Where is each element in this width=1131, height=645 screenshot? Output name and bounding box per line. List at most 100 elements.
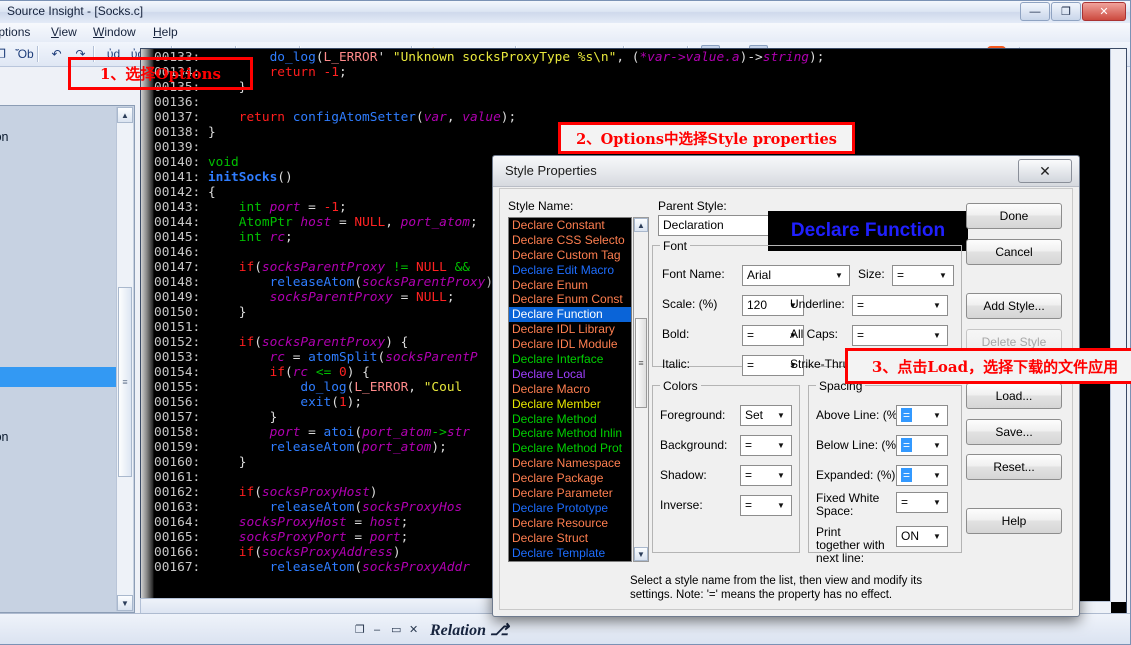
symbol-list-item[interactable]: nect_common [0,427,118,447]
symbol-list-item[interactable]: andlerAuth [0,527,118,547]
style-list-scrollbar[interactable]: ▲ ≡ ▼ [633,217,649,562]
chevron-down-icon[interactable]: ▼ [773,436,789,455]
undo-icon[interactable]: ↶ [47,45,66,63]
panel-close-button[interactable]: ✕ [409,623,418,636]
chevron-down-icon[interactable]: ▼ [831,266,847,285]
style-list-scroll-thumb[interactable]: ≡ [635,318,647,408]
style-properties-dialog[interactable]: Style Properties ✕ Style Name: Declare C… [492,155,1080,617]
style-list-item[interactable]: Declare Struct [509,531,631,546]
style-list-item[interactable]: Declare Constant [509,218,631,233]
paste-icon[interactable]: Ὄb [15,45,34,63]
symbol-list-item[interactable]: eSetter [0,107,118,127]
symbol-list-item[interactable]: ndler [0,487,118,507]
style-list-item[interactable]: Declare Namespace [509,456,631,471]
close-button[interactable]: ✕ [1082,2,1126,21]
chevron-down-icon[interactable]: ▼ [929,466,945,485]
inverse-combo[interactable]: =▼ [740,495,792,516]
shadow-combo[interactable]: =▼ [740,465,792,486]
dialog-close-button[interactable]: ✕ [1018,159,1072,183]
symbol-window[interactable]: eSetternect_commondlerHandlerndlerndlera… [0,105,135,613]
symbol-scroll-up-icon[interactable]: ▲ [117,107,133,123]
chevron-down-icon[interactable]: ▼ [773,496,789,515]
underline-combo[interactable]: =▼ [852,295,948,316]
reset-button[interactable]: Reset... [966,454,1062,480]
symbol-list-item[interactable]: andler2 [0,287,118,307]
style-list-item[interactable]: Declare Custom Tag [509,248,631,263]
restore-button[interactable]: ❐ [1051,2,1081,21]
style-list-item[interactable]: Declare Function [509,307,631,322]
chevron-down-icon[interactable]: ▼ [929,406,945,425]
load-button[interactable]: Load... [966,383,1062,409]
style-list-item[interactable]: Declare CSS Selecto [509,233,631,248]
below-line-combo[interactable]: =▼ [896,435,948,456]
symbol-list-item[interactable]: nect_common [0,127,118,147]
symbol-list-item[interactable]: nect [0,407,118,427]
style-list-item[interactable]: Declare IDL Module [509,337,631,352]
style-list-item[interactable]: Declare IDL Library [509,322,631,337]
code-line[interactable]: 00133: do_log(L_ERROR' "Unknown socksPro… [154,50,1126,65]
style-list-item[interactable]: Declare Template Pa [509,560,631,562]
all-caps-combo[interactable]: =▼ [852,325,948,346]
chevron-down-icon[interactable]: ▼ [929,436,945,455]
symbol-list-item[interactable] [0,307,118,327]
symbol-list-item[interactable]: Handler [0,467,118,487]
style-list-scroll-down-icon[interactable]: ▼ [634,547,648,561]
expanded-combo[interactable]: =▼ [896,465,948,486]
symbol-list-item[interactable]: eSetter [0,347,118,367]
symbol-list-item[interactable]: andler [0,227,118,247]
symbol-list-item[interactable]: ndler [0,507,118,527]
symbol-list-item[interactable] [0,367,118,387]
menu-view[interactable]: View [51,25,77,39]
style-list-item[interactable]: Declare Method Inlin [509,426,631,441]
symbol-list-item[interactable]: andler [0,267,118,287]
minimize-button[interactable]: — [1020,2,1050,21]
style-list-item[interactable]: Declare Enum Const [509,292,631,307]
symbol-list-item[interactable]: dler [0,147,118,167]
print-together-combo[interactable]: ON▼ [896,526,948,547]
symbol-list-item[interactable]: Handler [0,167,118,187]
chevron-down-icon[interactable]: ▼ [929,326,945,345]
panel-maximize-button[interactable]: ▭ [391,623,401,636]
symbol-list[interactable]: eSetternect_commondlerHandlerndlerndlera… [0,107,118,605]
done-button[interactable]: Done [966,203,1062,229]
chevron-down-icon[interactable]: ▼ [935,266,951,285]
symbol-list-item[interactable]: ndler [0,187,118,207]
menu-options[interactable]: Options [0,25,30,39]
symbol-scroll-thumb[interactable]: ≡ [118,287,132,477]
panel-minimize-button[interactable]: – [374,624,380,636]
background-combo[interactable]: =▼ [740,435,792,456]
style-list-item[interactable]: Declare Prototype [509,501,631,516]
code-line[interactable]: 00134: return -1; [154,65,1126,80]
style-list-item[interactable]: Declare Member [509,397,631,412]
style-list-item[interactable]: Declare Parameter [509,486,631,501]
symbol-list-item[interactable]: andlerAuth [0,247,118,267]
add-style-button[interactable]: Add Style... [966,293,1062,319]
style-list-item[interactable]: Declare Template [509,546,631,561]
chevron-down-icon[interactable]: ▼ [929,493,945,512]
style-list-item[interactable]: Declare Macro [509,382,631,397]
style-list-item[interactable]: Declare Method [509,412,631,427]
style-list-item[interactable]: Declare Enum [509,278,631,293]
save-button[interactable]: Save... [966,419,1062,445]
menu-help[interactable]: Help [153,25,178,39]
foreground-combo[interactable]: Set▼ [740,405,792,426]
style-list-item[interactable]: Declare Package [509,471,631,486]
style-list-item[interactable]: Declare Local [509,367,631,382]
fixed-white-space-combo[interactable]: =▼ [896,492,948,513]
help-button[interactable]: Help [966,508,1062,534]
size-combo[interactable]: =▼ [892,265,954,286]
symbol-scroll-down-icon[interactable]: ▼ [117,595,133,611]
style-list-item[interactable]: Declare Interface [509,352,631,367]
symbol-list-item[interactable]: andler [0,547,118,567]
chevron-down-icon[interactable]: ▼ [929,296,945,315]
chevron-down-icon[interactable]: ▼ [929,527,945,546]
cancel-button[interactable]: Cancel [966,239,1062,265]
style-list-item[interactable]: Declare Edit Macro [509,263,631,278]
symbol-list-item[interactable]: andler [0,567,118,587]
menu-window[interactable]: Window [93,25,136,39]
chevron-down-icon[interactable]: ▼ [773,466,789,485]
above-line-combo[interactable]: =▼ [896,405,948,426]
style-list-scroll-up-icon[interactable]: ▲ [634,218,648,232]
editor-vertical-scrollbar[interactable] [1110,49,1126,602]
style-list-item[interactable]: Declare Resource [509,516,631,531]
